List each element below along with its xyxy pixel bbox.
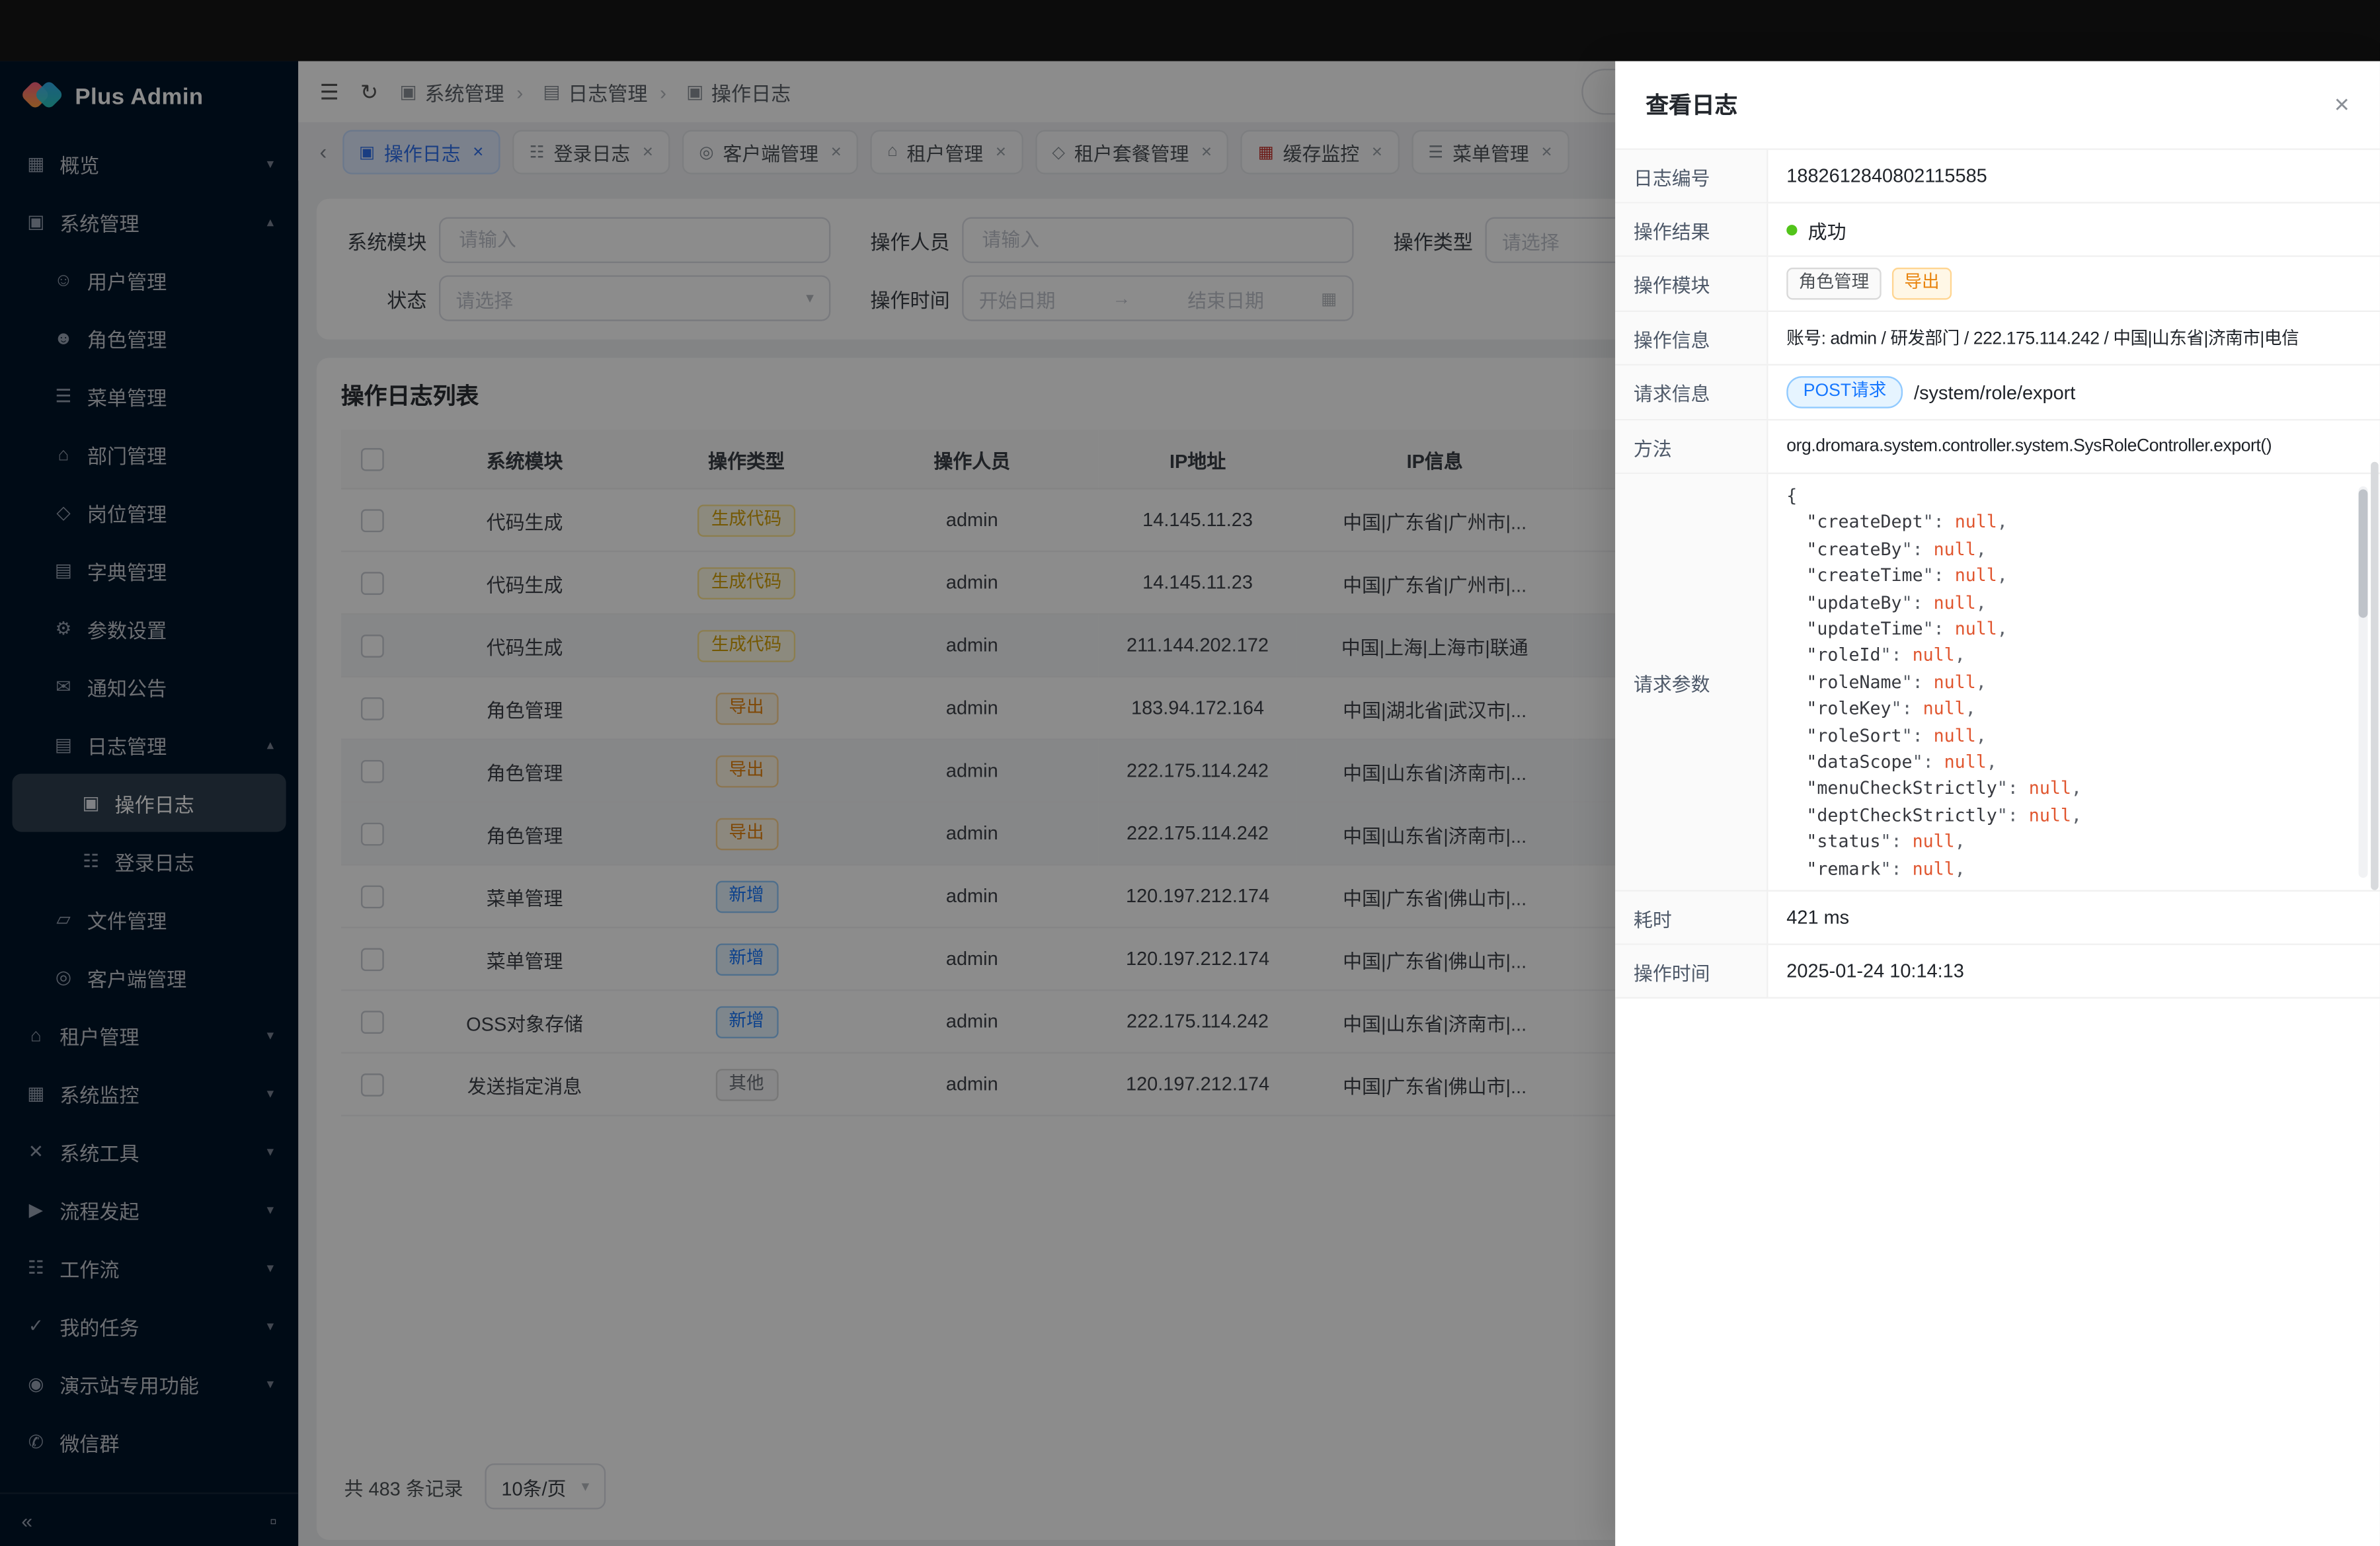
- operation-tag: 导出: [1892, 268, 1952, 300]
- request-url: /system/role/export: [1914, 381, 2075, 403]
- detail-row-params: 请求参数 { createDeptnull createBynull creat…: [1615, 474, 2380, 892]
- code-scrollbar-track: [2359, 486, 2368, 878]
- detail-row-duration: 耗时 421 ms: [1615, 892, 2380, 945]
- code-line: statusnull: [1786, 830, 2358, 856]
- code-lines: createDeptnull createBynull createTimenu…: [1786, 510, 2358, 880]
- drawer-header: 查看日志 ×: [1615, 61, 2380, 149]
- code-line: roleKeynull: [1786, 696, 2358, 722]
- code-line: remarknull: [1786, 856, 2358, 881]
- success-status-dot: [1786, 224, 1797, 235]
- detail-row-log-id: 日志编号 1882612840802115585: [1615, 150, 2380, 204]
- detail-row-time: 操作时间 2025-01-24 10:14:13: [1615, 945, 2380, 999]
- code-line: updateBynull: [1786, 590, 2358, 616]
- code-line: menuCheckStrictlynull: [1786, 776, 2358, 802]
- log-id-value: 1882612840802115585: [1768, 150, 2380, 202]
- detail-row-method: 方法 org.dromara.system.controller.system.…: [1615, 420, 2380, 474]
- module-tag: 角色管理: [1786, 268, 1881, 300]
- detail-row-info: 操作信息 账号: admin / 研发部门 / 222.175.114.242 …: [1615, 312, 2380, 366]
- drawer-title: 查看日志: [1646, 89, 1737, 121]
- code-line: createBynull: [1786, 537, 2358, 563]
- post-method-tag: POST请求: [1786, 376, 1903, 408]
- drawer-body: 日志编号 1882612840802115585 操作结果 成功 操作模块 角色…: [1615, 148, 2380, 1546]
- log-detail-table: 日志编号 1882612840802115585 操作结果 成功 操作模块 角色…: [1615, 148, 2380, 998]
- code-line: roleSortnull: [1786, 723, 2358, 750]
- code-line: deptCheckStrictlynull: [1786, 802, 2358, 829]
- close-icon[interactable]: ×: [2334, 92, 2350, 118]
- drawer-scrollbar-thumb[interactable]: [2371, 462, 2379, 890]
- code-scrollbar-thumb[interactable]: [2359, 489, 2368, 617]
- code-open-brace: {: [1786, 483, 2358, 510]
- operation-info-value: 账号: admin / 研发部门 / 222.175.114.242 / 中国|…: [1768, 312, 2380, 364]
- code-line: roleIdnull: [1786, 643, 2358, 670]
- result-value: 成功: [1808, 215, 1846, 244]
- operation-time-value: 2025-01-24 10:14:13: [1768, 945, 2380, 997]
- view-log-drawer: 查看日志 × 日志编号 1882612840802115585 操作结果 成功 …: [1615, 61, 2380, 1546]
- method-value: org.dromara.system.controller.system.Sys…: [1768, 420, 2380, 473]
- detail-row-module: 操作模块 角色管理 导出: [1615, 257, 2380, 312]
- detail-row-request: 请求信息 POST请求 /system/role/export: [1615, 366, 2380, 420]
- detail-row-result: 操作结果 成功: [1615, 204, 2380, 257]
- screen: Plus Admin ▦ 概览 ▾ ▣ 系统管理 ▴: [0, 0, 2380, 1546]
- request-params-code[interactable]: { createDeptnull createBynull createTime…: [1786, 483, 2358, 881]
- code-line: createTimenull: [1786, 563, 2358, 590]
- code-line: roleNamenull: [1786, 670, 2358, 696]
- code-line: createDeptnull: [1786, 510, 2358, 536]
- code-line: dataScopenull: [1786, 750, 2358, 776]
- duration-value: 421 ms: [1768, 892, 2380, 944]
- code-line: updateTimenull: [1786, 616, 2358, 642]
